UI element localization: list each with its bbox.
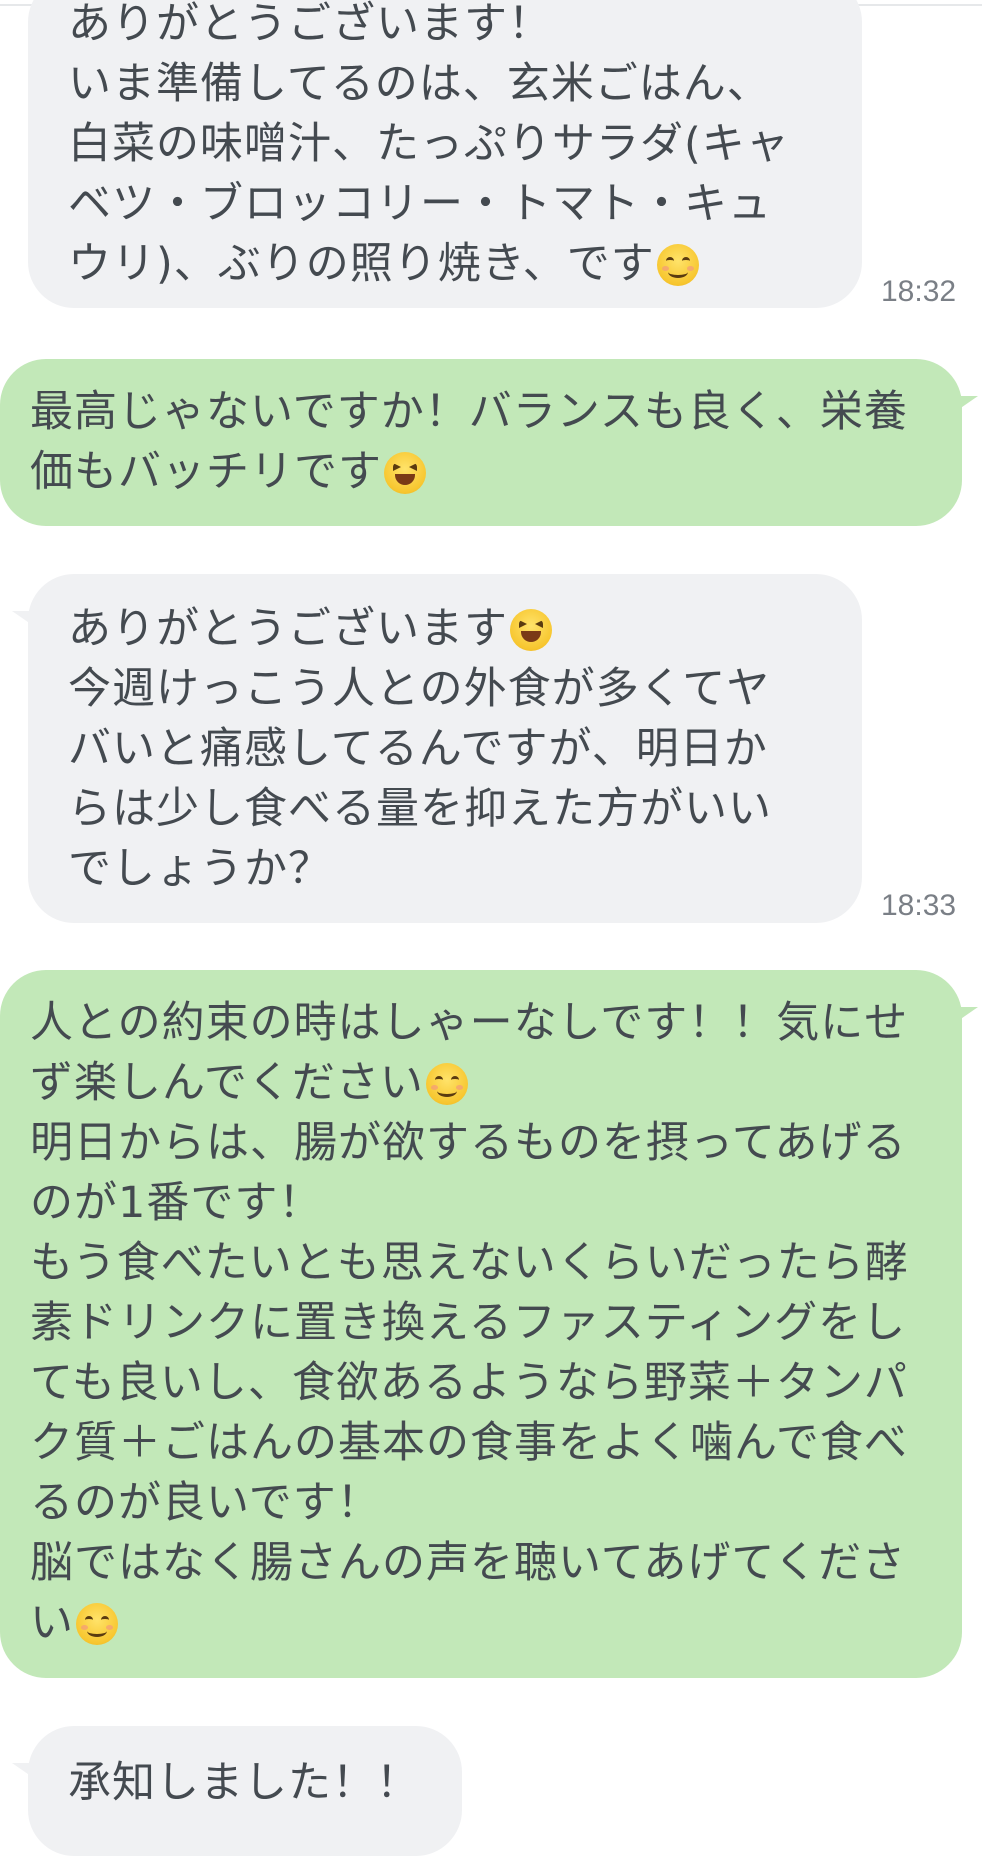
outgoing-message-bubble[interactable]: 最高じゃないですか！バランスも良く、栄養 価もバッチリです: [0, 359, 962, 526]
message-text-line: 承知しました！！: [68, 1758, 420, 1808]
message-text-line: 最高じゃないですか！バランスも良く、栄養: [30, 387, 908, 437]
message-text-line: バいと痛感してるんですが、明日か: [68, 724, 768, 774]
outgoing-message-bubble[interactable]: 人との約束の時はしゃーなしです！！気にせ ず楽しんでください 明日からは、腸が欲…: [0, 970, 962, 1678]
message-text-line: ず楽しんでください: [30, 1053, 962, 1113]
message-text-line: 今週けっこう人との外食が多くてヤ: [68, 664, 771, 714]
incoming-message-bubble[interactable]: ありがとうございます！ いま準備してるのは、玄米ごはん、 白菜の味噌汁、たっぷり…: [28, 0, 862, 308]
message-text-line: ベツ・ブロッコリー・トマト・キュ: [68, 179, 772, 229]
laughing-face-icon: [384, 452, 426, 494]
message-text-line: ク質＋ごはんの基本の食事をよく噛んで食べ: [30, 1418, 908, 1468]
message-timestamp: 18:33: [881, 889, 957, 922]
bubble-tail: [952, 1007, 978, 1025]
smiling-face-icon: [656, 244, 699, 286]
message-text-line: 素ドリンクに置き換えるファスティングをし: [30, 1298, 907, 1348]
incoming-message-bubble[interactable]: 承知しました！！: [28, 1726, 462, 1856]
smiling-face-icon: [425, 1063, 468, 1105]
bubble-tail: [12, 611, 38, 629]
message-text-line: 白菜の味噌汁、たっぷりサラダ(キャ: [68, 119, 790, 169]
message-text-line: るのが良いです！: [30, 1478, 381, 1528]
message-text-line: もう食べたいとも思えないくらいだったら酵: [30, 1238, 909, 1288]
message-text-line: 脳ではなく腸さんの声を聴いてあげてくださ: [30, 1538, 907, 1588]
message-text-line: 明日からは、腸が欲するものを摂ってあげる: [30, 1118, 907, 1168]
message-text-line: のが1番です！: [30, 1178, 323, 1228]
laughing-face-icon: [510, 609, 552, 651]
message-text-line: いま準備してるのは、玄米ごはん、: [68, 59, 771, 109]
message-text-line: い: [30, 1593, 962, 1653]
bubble-tail: [12, 1763, 38, 1781]
message-timestamp: 18:32: [881, 275, 957, 308]
incoming-message-bubble[interactable]: ありがとうございます 今週けっこう人との外食が多くてヤ バいと痛感してるんですが…: [28, 574, 862, 923]
smiling-face-icon: [76, 1603, 118, 1645]
message-text-line: ありがとうございます: [68, 599, 862, 659]
message-text-line: でしょうか？: [68, 844, 332, 894]
message-text-line: ても良いし、食欲あるようなら野菜＋タンパ: [30, 1358, 908, 1408]
message-text-line: ありがとうございます！: [68, 0, 552, 49]
message-text-line: ウリ)、ぶりの照り焼き、です: [68, 234, 862, 294]
message-text-line: 人との約束の時はしゃーなしです！！気にせ: [30, 998, 909, 1048]
message-text-line: らは少し食べる量を抑えた方がいい: [68, 784, 772, 834]
message-text-line: 価もバッチリです: [30, 442, 962, 502]
bubble-tail: [952, 396, 978, 414]
